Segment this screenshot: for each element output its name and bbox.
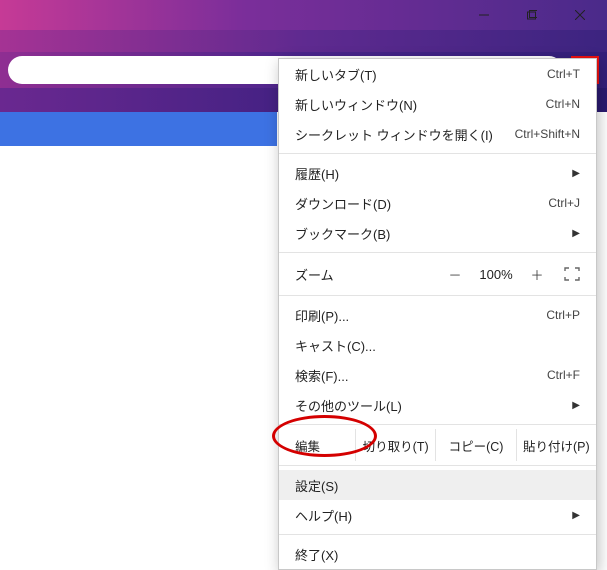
menu-label: ブックマーク(B) [295,224,390,243]
menu-separator [279,465,596,466]
menu-label: ヘルプ(H) [295,506,352,525]
minimize-button[interactable] [461,0,507,30]
menu-label: 新しいタブ(T) [295,65,377,84]
menu-item-history[interactable]: 履歴(H) ▶ [279,158,596,188]
menu-separator [279,252,596,253]
menu-label: 設定(S) [295,476,338,495]
menu-item-more-tools[interactable]: その他のツール(L) ▶ [279,390,596,420]
menu-item-exit[interactable]: 終了(X) [279,539,596,569]
zoom-out-button[interactable]: － [440,261,470,287]
edit-copy-button[interactable]: コピー(C) [435,429,515,461]
content-blue-panel [0,112,277,146]
zoom-in-button[interactable]: ＋ [522,261,552,287]
menu-label: シークレット ウィンドウを開く(I) [295,125,493,144]
menu-item-find[interactable]: 検索(F)... Ctrl+F [279,360,596,390]
edit-paste-button[interactable]: 貼り付け(P) [516,429,596,461]
menu-item-print[interactable]: 印刷(P)... Ctrl+P [279,300,596,330]
menu-label: ダウンロード(D) [295,194,391,213]
menu-item-bookmarks[interactable]: ブックマーク(B) ▶ [279,218,596,248]
menu-shortcut: Ctrl+N [546,97,580,111]
menu-item-incognito[interactable]: シークレット ウィンドウを開く(I) Ctrl+Shift+N [279,119,596,149]
menu-item-downloads[interactable]: ダウンロード(D) Ctrl+J [279,188,596,218]
menu-label: 新しいウィンドウ(N) [295,95,417,114]
menu-label: 検索(F)... [295,366,348,385]
menu-shortcut: Ctrl+P [546,308,580,322]
menu-item-zoom: ズーム － 100% ＋ [279,257,596,291]
submenu-arrow-icon: ▶ [572,168,580,179]
submenu-arrow-icon: ▶ [572,400,580,411]
browser-main-menu: 新しいタブ(T) Ctrl+T 新しいウィンドウ(N) Ctrl+N シークレッ… [278,58,597,570]
maximize-button[interactable] [509,0,555,30]
menu-label: 編集 [295,436,355,455]
menu-separator [279,295,596,296]
menu-item-new-tab[interactable]: 新しいタブ(T) Ctrl+T [279,59,596,89]
menu-label: その他のツール(L) [295,396,402,415]
menu-label: 終了(X) [295,545,338,564]
zoom-value: 100% [474,267,518,282]
menu-label: 印刷(P)... [295,306,349,325]
menu-label: キャスト(C)... [295,336,376,355]
close-button[interactable] [557,0,603,30]
menu-item-cast[interactable]: キャスト(C)... [279,330,596,360]
menu-label: 履歴(H) [295,164,339,183]
menu-shortcut: Ctrl+Shift+N [515,127,580,141]
menu-shortcut: Ctrl+T [547,67,580,81]
window-titlebar [0,0,607,30]
menu-separator [279,153,596,154]
menu-shortcut: Ctrl+F [547,368,580,382]
fullscreen-button[interactable] [556,261,588,287]
menu-separator [279,424,596,425]
menu-item-edit: 編集 切り取り(T) コピー(C) 貼り付け(P) [279,429,596,461]
edit-cut-button[interactable]: 切り取り(T) [355,429,435,461]
menu-item-help[interactable]: ヘルプ(H) ▶ [279,500,596,530]
menu-shortcut: Ctrl+J [548,196,580,210]
menu-label: ズーム [295,265,436,284]
submenu-arrow-icon: ▶ [572,228,580,239]
submenu-arrow-icon: ▶ [572,510,580,521]
menu-separator [279,534,596,535]
menu-item-settings[interactable]: 設定(S) [279,470,596,500]
menu-item-new-window[interactable]: 新しいウィンドウ(N) Ctrl+N [279,89,596,119]
tab-strip [0,30,607,52]
